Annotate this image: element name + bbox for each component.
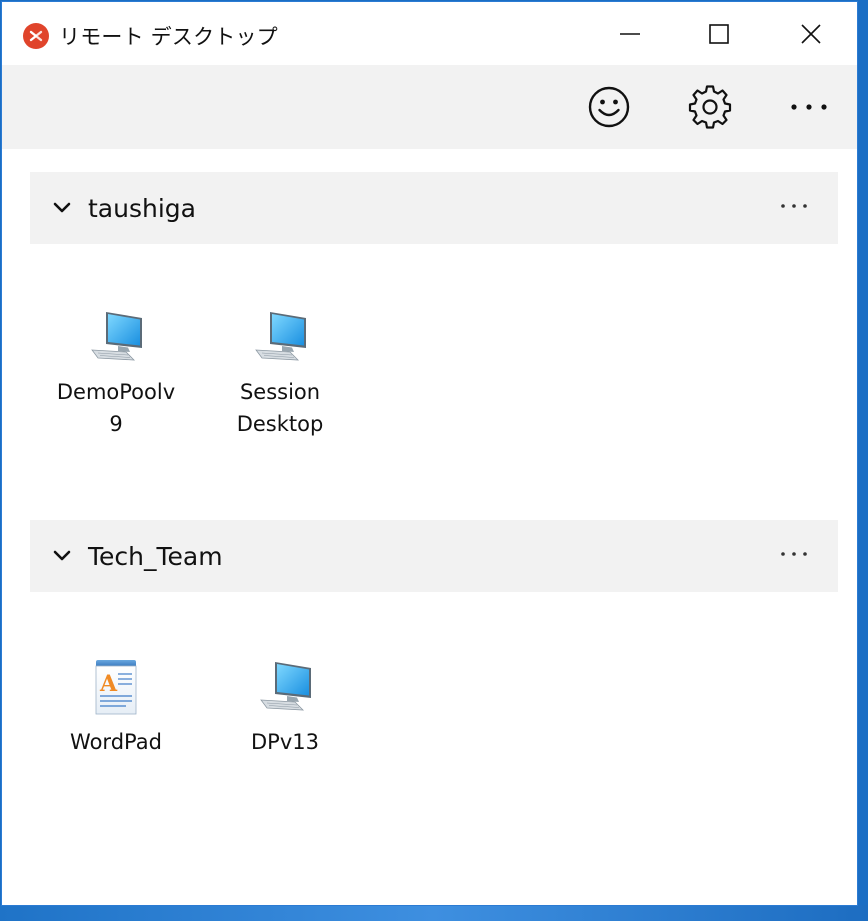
group-header-tech-team[interactable]: Tech_Team: [30, 520, 838, 592]
svg-text:A: A: [99, 671, 118, 697]
desktop-computer-icon: [91, 312, 142, 361]
close-button[interactable]: [764, 2, 857, 65]
more-options-button[interactable]: [779, 79, 839, 135]
resource-label: DemoPoolv9: [56, 380, 176, 436]
resource-tile[interactable]: DPv13: [210, 654, 360, 758]
resource-tile[interactable]: Session Desktop: [205, 304, 355, 440]
resource-label: Session Desktop: [236, 380, 324, 436]
chevron-down-icon[interactable]: [52, 547, 72, 565]
maximize-button[interactable]: [672, 2, 766, 65]
group-more-button[interactable]: [776, 540, 812, 568]
group-more-button[interactable]: [776, 192, 812, 220]
minimize-button[interactable]: [583, 2, 677, 65]
resource-label: DPv13: [251, 730, 319, 754]
resource-tile[interactable]: A WordPad: [41, 654, 191, 758]
remote-desktop-logo-icon: [23, 23, 49, 49]
group-title: taushiga: [88, 194, 196, 223]
gear-icon: [688, 85, 732, 129]
toolbar: [2, 65, 857, 149]
close-icon: [801, 23, 821, 44]
more-icon: [781, 552, 807, 556]
resource-label: WordPad: [70, 730, 162, 754]
app-window: リモート デスクトップ taushiga DemoPoolv9 Session …: [1, 1, 858, 906]
wordpad-icon: A: [95, 660, 137, 715]
group-title: Tech_Team: [88, 542, 223, 571]
window-title: リモート デスクトップ: [59, 25, 278, 49]
desktop-computer-icon: [260, 662, 311, 711]
more-icon: [791, 104, 827, 110]
maximize-icon: [709, 23, 729, 44]
minimize-icon: [620, 32, 640, 35]
group-header-taushiga[interactable]: taushiga: [30, 172, 838, 244]
title-bar[interactable]: リモート デスクトップ: [2, 2, 857, 65]
desktop-computer-icon: [255, 312, 306, 361]
smiley-icon: [588, 86, 630, 128]
resource-tile[interactable]: DemoPoolv9: [41, 304, 191, 440]
settings-button[interactable]: [680, 79, 740, 135]
feedback-button[interactable]: [579, 79, 639, 135]
chevron-down-icon[interactable]: [52, 199, 72, 217]
more-icon: [781, 204, 807, 208]
desktop-background: [0, 905, 868, 921]
